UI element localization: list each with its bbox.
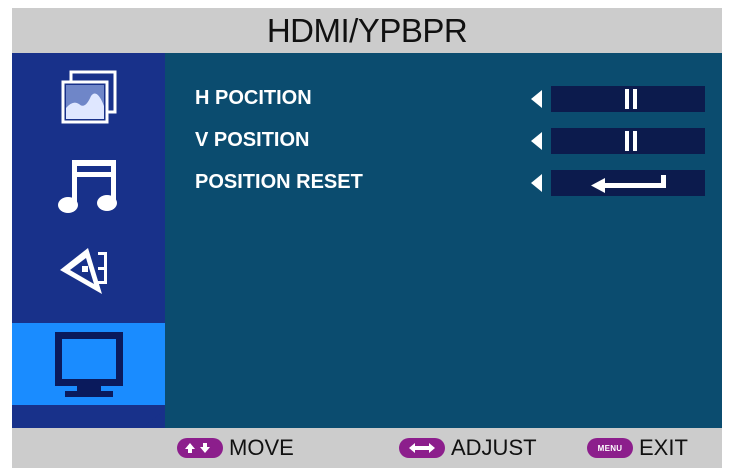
menu-key-label: MENU [597, 443, 623, 453]
decrease-arrow-icon[interactable] [531, 174, 542, 192]
slider-marker [633, 89, 637, 109]
exit-hint: MENU EXIT [587, 428, 688, 468]
slider-marker [625, 89, 629, 109]
menu-item-label: H POCITION [195, 87, 312, 109]
increase-arrow-icon[interactable] [723, 132, 732, 150]
up-down-key-icon [177, 438, 223, 458]
sidebar [12, 53, 165, 428]
sidebar-item-audio[interactable] [12, 144, 165, 226]
menu-item-h-position[interactable]: H POCITION [195, 83, 732, 113]
v-position-slider[interactable] [551, 128, 705, 154]
title-bar: HDMI/YPBPR [12, 8, 722, 53]
menu-item-position-reset[interactable]: POSITION RESET [195, 167, 732, 197]
slider-marker [633, 131, 637, 151]
h-position-slider[interactable] [551, 86, 705, 112]
music-note-icon [57, 160, 117, 213]
menu-item-label: V POSITION [195, 129, 310, 151]
main-panel: H POCITION V POSITION POSITION RESET [165, 53, 732, 428]
adjust-hint: ADJUST [399, 428, 537, 468]
enter-icon [591, 175, 666, 193]
left-right-key-icon [399, 438, 445, 458]
sidebar-item-picture[interactable] [12, 57, 165, 139]
monitor-icon [54, 332, 123, 397]
move-label: MOVE [229, 435, 294, 460]
menu-key-icon: MENU [587, 438, 633, 458]
exit-label: EXIT [639, 435, 688, 460]
menu-item-v-position[interactable]: V POSITION [195, 125, 732, 155]
slider-marker [625, 131, 629, 151]
adjust-label: ADJUST [451, 435, 537, 460]
pen-nib-icon [59, 248, 107, 294]
sidebar-item-display[interactable] [12, 323, 165, 405]
decrease-arrow-icon[interactable] [531, 90, 542, 108]
footer-bar: MOVE ADJUST MENU EXIT [12, 428, 722, 468]
sidebar-item-setup[interactable] [12, 230, 165, 312]
decrease-arrow-icon[interactable] [531, 132, 542, 150]
increase-arrow-icon[interactable] [723, 90, 732, 108]
menu-item-label: POSITION RESET [195, 171, 363, 193]
picture-icon [61, 70, 116, 124]
menu-title: HDMI/YPBPR [266, 11, 468, 49]
osd-window: HDMI/YPBPR H POCITION V POSITION POSITIO… [12, 8, 732, 468]
move-hint: MOVE [177, 428, 294, 468]
position-reset-field[interactable] [551, 170, 705, 196]
increase-arrow-icon[interactable] [723, 174, 732, 192]
